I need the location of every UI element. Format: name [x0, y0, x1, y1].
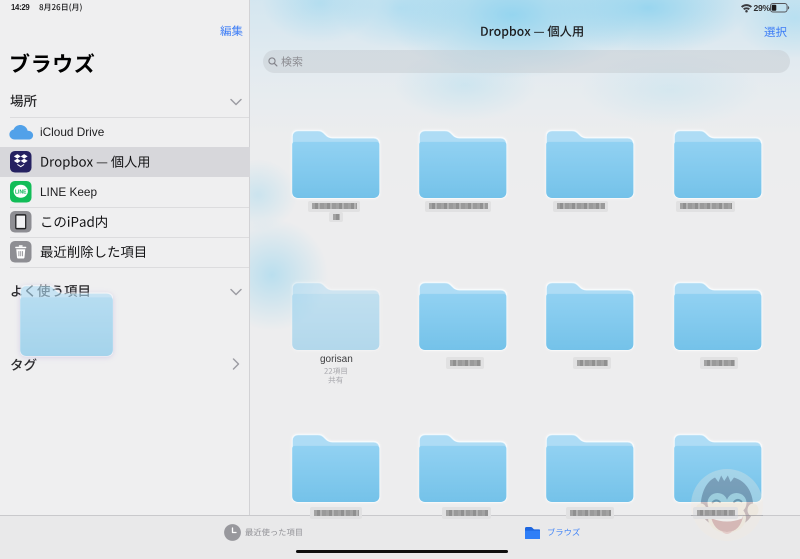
- svg-text:LINE: LINE: [15, 189, 27, 195]
